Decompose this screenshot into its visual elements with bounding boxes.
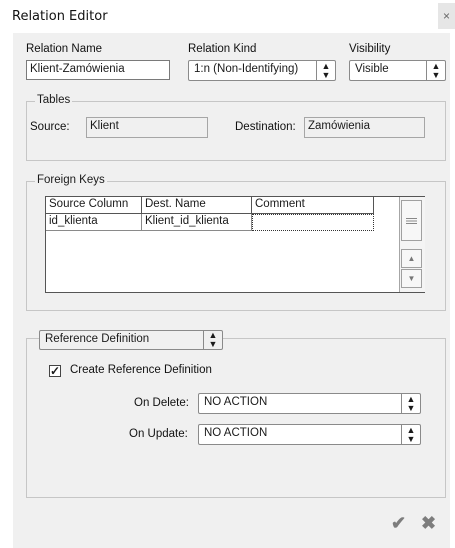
- close-button[interactable]: ×: [438, 3, 455, 29]
- dialog-body: Relation Name Klient-Zamówienia Relation…: [13, 33, 450, 548]
- column-header-dest-name[interactable]: Dest. Name: [142, 197, 252, 214]
- ok-button[interactable]: ✔: [391, 513, 406, 534]
- table-cell-dest-name[interactable]: Klient_id_klienta: [142, 214, 252, 231]
- table-cell-comment[interactable]: [252, 214, 374, 231]
- on-delete-select[interactable]: NO ACTION ▲ ▼: [198, 393, 421, 414]
- relation-kind-label: Relation Kind: [188, 43, 257, 55]
- checkmark-icon: ✔: [391, 513, 407, 533]
- cross-icon: ✖: [421, 513, 437, 533]
- cancel-button[interactable]: ✖: [421, 513, 436, 534]
- relation-kind-value: 1:n (Non-Identifying): [194, 63, 299, 75]
- tables-legend: Tables: [35, 94, 73, 106]
- arrow-down-icon: ▼: [407, 274, 416, 283]
- relation-kind-select[interactable]: 1:n (Non-Identifying) ▲ ▼: [188, 60, 336, 81]
- column-header-source[interactable]: Source Column: [46, 197, 142, 214]
- on-delete-value: NO ACTION: [204, 396, 268, 408]
- column-header-comment[interactable]: Comment: [252, 197, 374, 214]
- select-updown-icon: ▲ ▼: [401, 425, 420, 444]
- visibility-select[interactable]: Visible ▲ ▼: [349, 60, 446, 81]
- scroll-up-button[interactable]: ▲: [401, 249, 422, 268]
- create-reference-label: Create Reference Definition: [70, 364, 212, 376]
- select-updown-icon: ▲ ▼: [426, 61, 445, 80]
- destination-label: Destination:: [235, 121, 296, 133]
- on-delete-label: On Delete:: [134, 397, 189, 409]
- relation-name-input[interactable]: Klient-Zamówienia: [26, 60, 170, 80]
- foreign-keys-table: Source Column Dest. Name Comment id_klie…: [45, 196, 425, 293]
- relation-name-label: Relation Name: [26, 43, 103, 55]
- grip-lines-icon: [406, 217, 417, 224]
- visibility-label: Visibility: [349, 43, 391, 55]
- reference-definition-value: Reference Definition: [45, 333, 150, 345]
- on-update-select[interactable]: NO ACTION ▲ ▼: [198, 424, 421, 445]
- table-cell-source[interactable]: id_klienta: [46, 214, 142, 231]
- foreign-keys-legend: Foreign Keys: [35, 174, 107, 186]
- source-field: Klient: [86, 117, 208, 138]
- select-updown-icon: ▲ ▼: [203, 331, 222, 349]
- select-updown-icon: ▲ ▼: [401, 394, 420, 413]
- destination-field: Zamówienia: [304, 117, 425, 138]
- window-title: Relation Editor: [12, 9, 108, 24]
- scroll-down-button[interactable]: ▼: [401, 269, 422, 288]
- on-update-label: On Update:: [129, 428, 188, 440]
- visibility-value: Visible: [355, 63, 389, 75]
- select-updown-icon: ▲ ▼: [316, 61, 335, 80]
- source-label: Source:: [30, 121, 70, 133]
- scrollbar-thumb[interactable]: [401, 200, 422, 241]
- on-update-value: NO ACTION: [204, 427, 268, 439]
- reference-definition-group: [26, 338, 446, 498]
- create-reference-checkbox[interactable]: ✓: [49, 365, 61, 377]
- arrow-up-icon: ▲: [407, 254, 416, 263]
- reference-definition-select[interactable]: Reference Definition ▲ ▼: [39, 330, 223, 350]
